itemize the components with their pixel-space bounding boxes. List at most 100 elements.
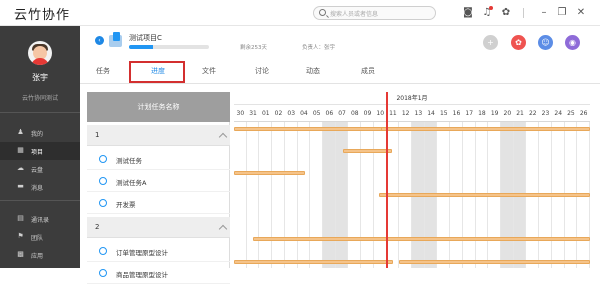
gantt-column [361, 122, 374, 268]
gantt-column [323, 122, 336, 268]
task-group[interactable]: 2 [87, 217, 230, 238]
gantt-task-bar[interactable] [253, 237, 590, 241]
gantt-task-bar[interactable] [343, 149, 392, 153]
task-item[interactable]: 测试任务A [87, 170, 230, 192]
gantt-task-bar[interactable] [234, 260, 393, 264]
gantt-day: 05 [312, 110, 321, 117]
gantt-task-bar[interactable] [234, 171, 306, 175]
gantt-column [247, 122, 260, 268]
close-icon[interactable]: ✕ [575, 7, 587, 19]
sidebar-item-label: 应用 [31, 253, 44, 260]
task-list-header: 计划任务名称 [87, 92, 230, 122]
contacts-icon: ▤ [17, 214, 24, 222]
tab[interactable]: 动态 [306, 66, 320, 76]
minimize-icon[interactable]: – [538, 7, 550, 19]
top-bar: 云竹协作 搜索人员或者信息 ◙ ♫ ✿ – ❐ ✕ [0, 0, 600, 26]
sidebar-item[interactable]: ▬ 消息 [0, 178, 80, 196]
gantt-day: 01 [261, 110, 270, 117]
task-checkbox[interactable] [99, 247, 107, 255]
task-name: 测试任务 [116, 157, 142, 165]
sidebar-item[interactable]: ⚑ 团队 [0, 228, 80, 246]
search-input[interactable]: 搜索人员或者信息 [313, 6, 436, 20]
gantt-day: 19 [490, 110, 499, 117]
project-progress-bar [129, 45, 209, 49]
project-progress-fill [129, 45, 153, 49]
sidebar-item[interactable]: ♟ 我的 [0, 124, 80, 142]
chevron-up-icon[interactable] [218, 224, 228, 234]
sidebar-item[interactable]: ☁ 云盘 [0, 160, 80, 178]
sidebar-item[interactable]: ▩ 应用 [0, 246, 80, 264]
task-item[interactable]: 开发票 [87, 192, 230, 214]
gantt-day: 13 [414, 110, 423, 117]
gantt-day: 18 [478, 110, 486, 117]
sidebar-item-label: 通讯录 [31, 217, 50, 224]
task-checkbox[interactable] [99, 155, 107, 163]
project-owner: 负责人：张宇 [302, 45, 336, 51]
app-title: 云竹协作 [14, 8, 71, 23]
tab[interactable]: 任务 [96, 66, 110, 76]
gantt-column [298, 122, 311, 268]
task-group[interactable]: 1 [87, 125, 230, 146]
cloud-icon: ☁ [17, 164, 24, 172]
task-item[interactable]: 测试任务 [87, 148, 230, 170]
sidebar-divider [0, 200, 80, 201]
gantt-header: 2018年1月 30 31 01 02 03 04 05 06 07 08 09 10 11 12 13 14… [234, 92, 590, 122]
gantt-day: 06 [325, 110, 334, 117]
task-checkbox[interactable] [99, 177, 107, 185]
task-name: 开发票 [116, 201, 136, 209]
search-icon [319, 9, 326, 16]
gantt-day: 16 [452, 110, 461, 117]
gantt-task-bar[interactable] [381, 127, 590, 131]
tab[interactable]: 进度 [151, 66, 165, 76]
tab[interactable]: 讨论 [255, 66, 269, 76]
project-header: ‹ 测试项目C 剩余253天 负责人：张宇 + ✿ ☺ ◉ [80, 26, 600, 60]
more-circle-icon[interactable]: ◉ [565, 35, 580, 50]
add-button[interactable]: + [483, 35, 498, 50]
sidebar-item[interactable]: ▦ 项目 [0, 142, 80, 160]
apps-icon: ▩ [17, 250, 24, 258]
toolbar-divider [523, 8, 524, 18]
gantt-task-bar[interactable] [378, 193, 590, 197]
gantt-column [348, 122, 362, 268]
task-name: 商品管理原型设计 [116, 271, 168, 279]
gantt-column [272, 122, 285, 268]
gantt-task-bar[interactable] [234, 127, 383, 131]
gantt-day: 21 [516, 110, 524, 117]
gantt-day: 25 [567, 110, 575, 117]
task-checkbox[interactable] [99, 269, 107, 277]
sidebar-item-label: 云盘 [31, 167, 44, 174]
gantt-column [310, 122, 323, 268]
chat-icon: ▬ [17, 182, 24, 190]
gantt-month: 2018年1月 [234, 93, 590, 105]
sidebar-item-label: 团队 [31, 235, 44, 242]
task-checkbox[interactable] [99, 199, 107, 207]
search-placeholder: 搜索人员或者信息 [330, 11, 379, 18]
gantt-task-bar[interactable] [399, 260, 590, 264]
sidebar-item[interactable]: ▤ 通讯录 [0, 210, 80, 228]
gantt-day: 30 [236, 110, 245, 117]
chevron-up-icon[interactable] [218, 132, 228, 142]
gantt-day: 11 [389, 110, 397, 117]
settings-circle-icon[interactable]: ✿ [511, 35, 526, 50]
task-item[interactable]: 订单管理原型设计 [87, 240, 230, 262]
members-circle-icon[interactable]: ☺ [538, 35, 553, 50]
tab[interactable]: 成员 [361, 66, 375, 76]
gantt-column [234, 122, 247, 268]
gantt-day: 31 [249, 110, 257, 117]
gantt-day: 23 [541, 110, 550, 117]
tab[interactable]: 文件 [202, 66, 216, 76]
task-item[interactable]: 商品管理原型设计 [87, 262, 230, 284]
task-group-name: 2 [95, 223, 100, 231]
gear-icon[interactable]: ✿ [500, 7, 512, 19]
task-name: 测试任务A [116, 179, 147, 187]
camera-icon[interactable]: ◙ [462, 7, 474, 19]
sidebar-item-label: 消息 [31, 185, 44, 192]
gantt-day: 08 [350, 110, 359, 117]
restore-icon[interactable]: ❐ [556, 7, 568, 19]
avatar[interactable] [28, 41, 52, 65]
notification-dot [489, 6, 493, 10]
gantt-day: 03 [287, 110, 296, 117]
back-icon[interactable]: ‹ [95, 36, 104, 45]
today-line [385, 92, 388, 268]
grid-icon: ▦ [17, 146, 24, 154]
